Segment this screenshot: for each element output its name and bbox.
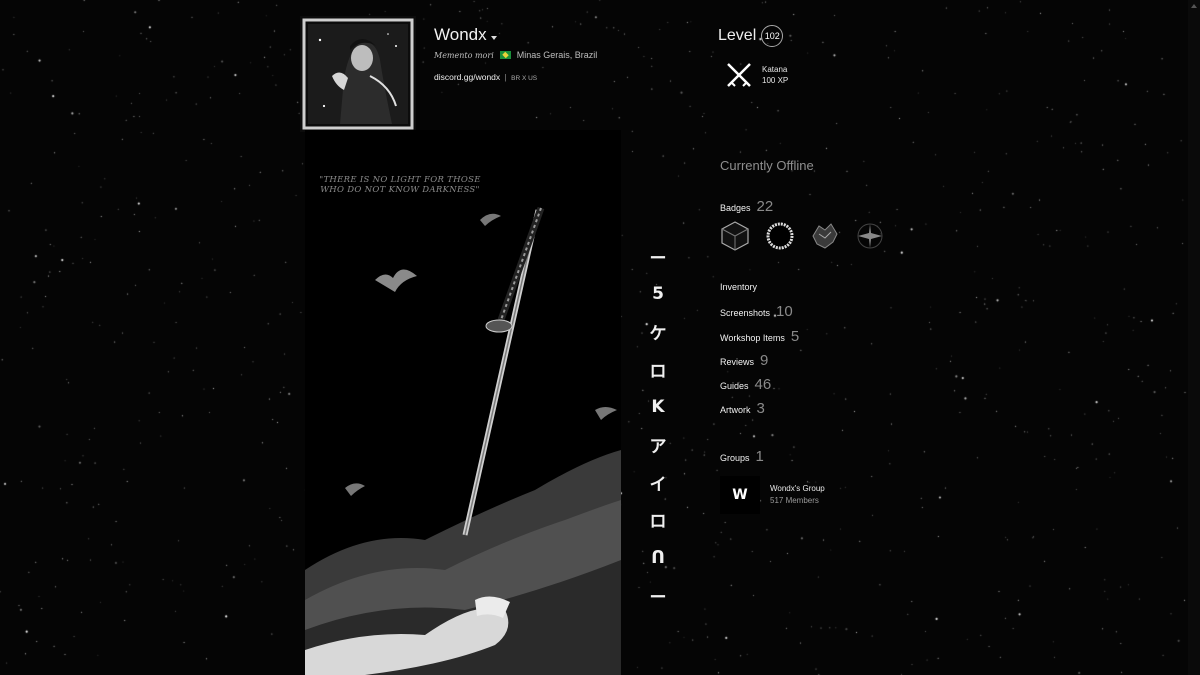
glyph: イ (649, 474, 667, 495)
level-badge[interactable]: 102 (761, 25, 784, 47)
leaf-badge-icon[interactable] (809, 220, 841, 252)
glyph: ロ (649, 512, 667, 533)
artwork-link[interactable]: Artwork 3 (720, 400, 765, 417)
showcase-quote: "THERE IS NO LIGHT FOR THOSE WHO DO NOT … (305, 175, 495, 195)
artwork-label: Artwork (720, 405, 751, 415)
badges-count: 22 (756, 198, 774, 215)
group-name: Wondx's Group (770, 484, 825, 493)
screenshots-link[interactable]: Screenshots 10 (720, 303, 793, 320)
glyph: ー (649, 587, 667, 608)
level-label: Level (718, 27, 757, 44)
reviews-label: Reviews (720, 357, 755, 367)
featured-badge-xp: 100 XP (762, 76, 789, 85)
profile-avatar[interactable] (300, 16, 416, 132)
badges-list (719, 220, 886, 252)
glyph: 5 (652, 284, 664, 305)
ring-badge-icon[interactable] (764, 220, 796, 252)
persona-name: Wondx (434, 25, 487, 44)
cube-badge-icon[interactable] (719, 220, 751, 252)
inventory-link[interactable]: Inventory (720, 282, 757, 292)
reviews-link[interactable]: Reviews 9 (720, 352, 768, 369)
quote-line-2: WHO DO NOT KNOW DARKNESS" (320, 185, 480, 195)
groups-label: Groups (720, 453, 750, 463)
groups-count: 1 (755, 448, 764, 465)
vertical-glyph-strip: ー 5 ケ ロ K ア イ ロ ᑎ ー (644, 238, 672, 614)
persona-location: Minas Gerais, Brazil (516, 50, 598, 60)
screenshots-label: Screenshots (720, 308, 771, 318)
page-scrollbar[interactable] (1188, 0, 1200, 675)
glyph: ロ (649, 362, 667, 383)
reviews-count: 9 (760, 352, 769, 369)
persona-motto: Memento mori (434, 50, 494, 60)
glyph: ᑎ (651, 547, 665, 568)
artwork-count: 3 (756, 400, 765, 417)
workshop-count: 5 (790, 328, 800, 345)
level-block: Level 102 (718, 25, 784, 47)
screenshots-count: 10 (776, 303, 793, 320)
groups-link[interactable]: Groups 1 (720, 448, 764, 465)
brazil-flag-icon (499, 51, 511, 59)
glyph: K (651, 397, 665, 418)
workshop-label: Workshop Items (720, 333, 785, 343)
badges-link[interactable]: Badges 22 (720, 198, 773, 215)
crossed-swords-icon (727, 63, 751, 87)
persona-subline: Memento mori Minas Gerais, Brazil (434, 50, 597, 60)
persona-summary: discord.gg/wondx | BR X US (434, 72, 597, 82)
scroll-up-arrow-icon[interactable] (1191, 4, 1197, 8)
group-members: 517 Members (770, 496, 819, 505)
featured-badge-name: Katana (762, 65, 788, 74)
katana-artwork-image (305, 130, 621, 675)
quote-line-1: "THERE IS NO LIGHT FOR THOSE (319, 175, 481, 185)
artwork-showcase[interactable]: "THERE IS NO LIGHT FOR THOSE WHO DO NOT … (305, 130, 621, 675)
glyph: ケ (649, 324, 667, 345)
divider: | (504, 72, 507, 82)
chevron-down-icon (490, 36, 497, 40)
inventory-label: Inventory (720, 282, 758, 292)
samurai-avatar-image (300, 16, 416, 132)
persona-extra: BR X US (511, 75, 538, 82)
guides-link[interactable]: Guides 46 (720, 376, 771, 393)
workshop-link[interactable]: Workshop Items 5 (720, 328, 799, 345)
burst-badge-icon[interactable] (854, 220, 886, 252)
featured-badge-text: Katana 100 XP (762, 64, 788, 86)
guides-count: 46 (754, 376, 772, 393)
group-item[interactable]: W Wondx's Group 517 Members (720, 476, 825, 514)
discord-link[interactable]: discord.gg/wondx (434, 72, 500, 82)
glyph: ー (649, 249, 667, 270)
group-avatar: W (720, 476, 760, 514)
persona-name-dropdown[interactable]: Wondx (434, 25, 597, 45)
group-text: Wondx's Group 517 Members (770, 483, 825, 507)
persona-block: Wondx Memento mori Minas Gerais, Brazil … (434, 25, 597, 82)
online-status: Currently Offline (720, 158, 814, 173)
featured-badge[interactable]: Katana 100 XP (724, 60, 788, 90)
glyph: ア (649, 437, 667, 458)
guides-label: Guides (720, 381, 749, 391)
badges-label: Badges (720, 203, 751, 213)
